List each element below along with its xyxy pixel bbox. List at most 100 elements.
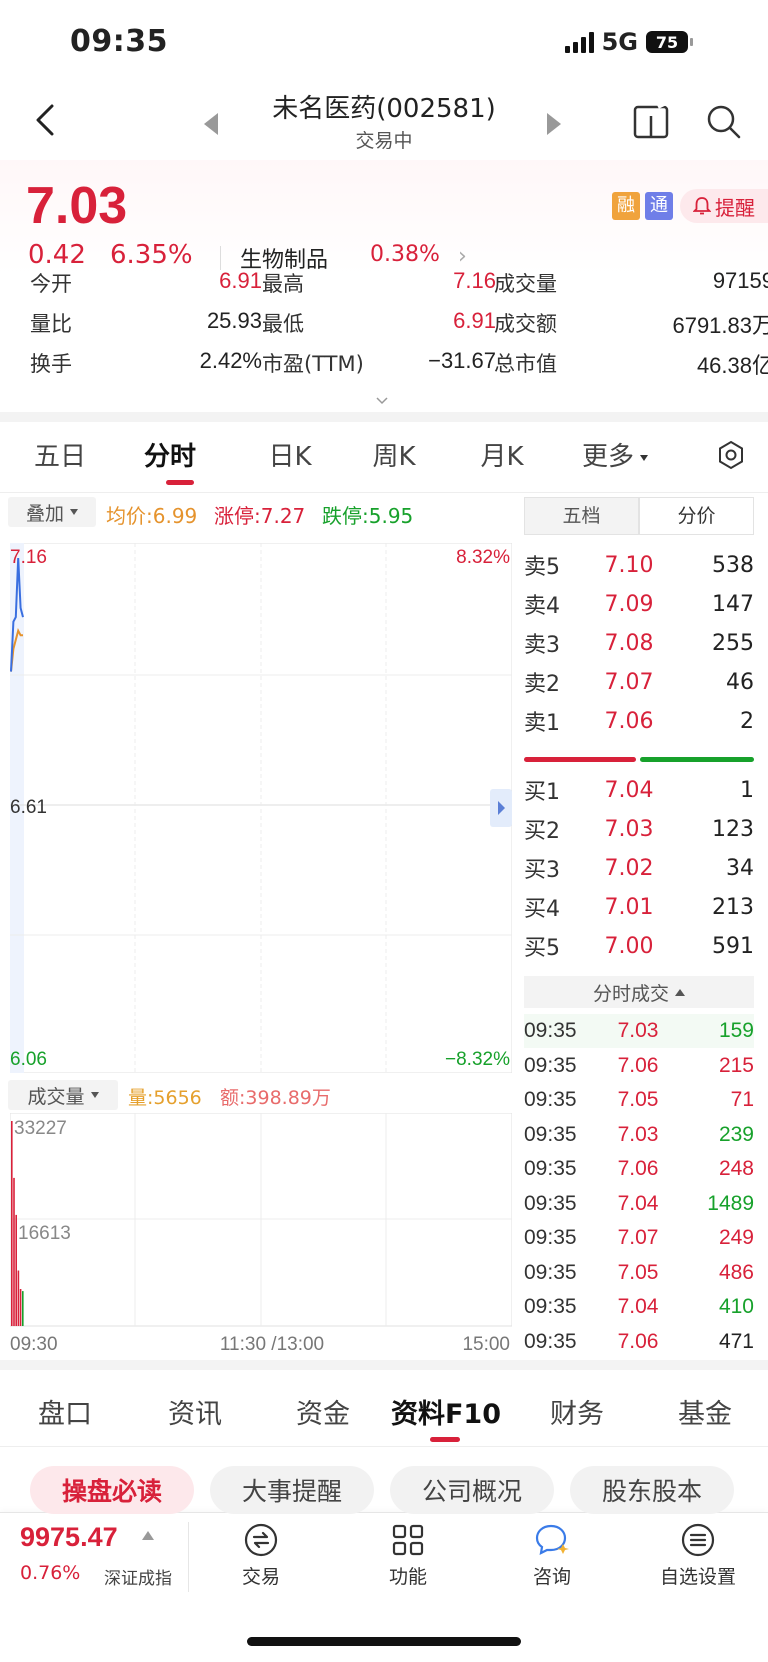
info-tab[interactable]: 基金 — [660, 1392, 750, 1431]
trade-row: 09:35 7.03 159 — [524, 1014, 754, 1048]
search-button[interactable] — [706, 104, 742, 144]
section-divider — [0, 412, 768, 422]
stat-label: 最低 — [262, 312, 304, 336]
trade-price: 7.03 — [617, 1122, 659, 1146]
toolbar-function-button[interactable]: 功能 — [353, 1522, 463, 1589]
toolbar-watchlist-settings-button[interactable]: 自选设置 — [643, 1522, 753, 1589]
tab-five-levels[interactable]: 五档 — [524, 497, 639, 535]
sub-tab-pill[interactable]: 操盘必读 — [30, 1466, 194, 1514]
orderbook-level[interactable]: 卖1 7.06 2 — [524, 702, 754, 740]
intraday-chart[interactable]: 7.16 6.61 6.06 8.32% −8.32% — [10, 543, 512, 1073]
level-price: 7.08 — [604, 630, 654, 656]
info-tab[interactable]: 资金 — [278, 1392, 368, 1431]
orderbook-level[interactable]: 卖3 7.08 255 — [524, 624, 754, 662]
level-price: 7.07 — [604, 669, 654, 695]
level-qty: 591 — [712, 933, 754, 959]
volume-chart[interactable]: 33227 16613 09:30 11:30 /13:00 15:00 — [10, 1113, 512, 1353]
home-indicator — [247, 1637, 521, 1646]
sub-tab-pill[interactable]: 股东股本 — [570, 1466, 734, 1514]
divider — [0, 1446, 768, 1447]
volume-bar — [19, 1289, 22, 1326]
level-label: 卖5 — [524, 555, 560, 580]
toolbar-trade-button[interactable]: 交易 — [206, 1522, 316, 1589]
stat-value: 97159 — [712, 268, 768, 293]
stat-label: 总市值 — [494, 352, 557, 376]
y-label-top: 7.16 — [10, 547, 47, 568]
volume-bar — [17, 1270, 20, 1326]
chart-tab[interactable]: 月K — [462, 436, 542, 473]
level-label: 卖4 — [524, 594, 560, 619]
orderbook-level[interactable]: 买5 7.00 591 — [524, 927, 754, 965]
stat-value: 6.91 — [453, 308, 496, 333]
index-name: 深证成指 — [104, 1569, 172, 1589]
level-price: 7.02 — [604, 855, 654, 881]
orderbook-level[interactable]: 卖2 7.07 46 — [524, 663, 754, 701]
sub-tab-pill[interactable]: 公司概况 — [390, 1466, 554, 1514]
info-tab[interactable]: 盘口 — [20, 1392, 110, 1431]
chart-tab[interactable]: 更多 — [560, 436, 670, 473]
chart-tab[interactable]: 周K — [354, 436, 434, 473]
sub-tab-pill[interactable]: 大事提醒 — [210, 1466, 374, 1514]
chart-tab[interactable]: 分时 — [130, 436, 210, 473]
caret-down-icon — [70, 509, 78, 515]
level-price: 7.10 — [604, 552, 654, 578]
level-price: 7.01 — [604, 894, 654, 920]
trade-volume: 410 — [718, 1295, 754, 1318]
overlay-dropdown[interactable]: 叠加 — [8, 497, 96, 527]
index-change-pct: 0.76% — [20, 1562, 81, 1584]
time-label-mid: 11:30 /13:00 — [220, 1334, 324, 1353]
toolbar-consult-button[interactable]: 咨询 — [497, 1522, 607, 1589]
chart-settings-button[interactable] — [716, 440, 746, 474]
tab-price-distribution[interactable]: 分价 — [639, 497, 754, 535]
stat-label: 最高 — [262, 272, 304, 296]
info-tab[interactable]: 财务 — [532, 1392, 622, 1431]
next-stock-button[interactable] — [547, 113, 561, 135]
chart-tab[interactable]: 日K — [250, 436, 330, 473]
trade-icon — [244, 1523, 278, 1557]
trade-volume: 71 — [730, 1088, 754, 1111]
level-label: 买5 — [524, 936, 560, 961]
margin-tag: 融 — [612, 192, 640, 220]
chart-tab[interactable]: 五日 — [20, 436, 100, 473]
orderbook-level[interactable]: 买1 7.04 1 — [524, 771, 754, 809]
orderbook-level[interactable]: 卖4 7.09 147 — [524, 585, 754, 623]
status-indicators: 5G 75 — [564, 28, 693, 56]
chevron-right-icon[interactable]: › — [458, 244, 467, 269]
stat-label: 换手 — [30, 352, 72, 376]
stat-label: 今开 — [30, 272, 72, 296]
trade-volume: 471 — [718, 1329, 754, 1353]
stat-value: 46.38亿 — [696, 353, 768, 378]
level-label: 买3 — [524, 858, 560, 883]
trade-row: 09:35 7.03 239 — [524, 1118, 754, 1152]
volume-bar — [13, 1177, 15, 1326]
info-tab[interactable]: 资讯 — [150, 1392, 240, 1431]
chart-tab-label: 日K — [268, 442, 312, 472]
volume-label: 成交量 — [27, 1085, 85, 1108]
orderbook-level[interactable]: 买4 7.01 213 — [524, 888, 754, 926]
level-qty: 538 — [712, 552, 754, 578]
chart-tab-label: 更多 — [581, 442, 634, 472]
chart-tab-label: 周K — [372, 442, 416, 472]
info-tab[interactable]: 资料F10 — [388, 1392, 504, 1431]
stat-value: 25.93 — [206, 308, 262, 333]
trade-volume: 215 — [718, 1053, 754, 1077]
volume-bar — [22, 1291, 24, 1326]
expand-chevron-icon[interactable] — [376, 396, 388, 406]
level-label: 卖3 — [524, 633, 560, 658]
divider — [0, 492, 768, 493]
level-price: 7.06 — [604, 708, 654, 734]
volume-indicator-dropdown[interactable]: 成交量 — [8, 1080, 118, 1110]
orderbook-level[interactable]: 买2 7.03 123 — [524, 810, 754, 848]
index-value[interactable]: 9975.47 — [20, 1522, 118, 1553]
signal-icon — [564, 31, 594, 53]
trades-header[interactable]: 分时成交 — [524, 976, 754, 1008]
remind-button[interactable]: 提醒 — [680, 189, 768, 223]
trade-price: 7.03 — [617, 1019, 659, 1042]
switch-view-button[interactable] — [632, 100, 672, 144]
buy-ratio-bar — [640, 757, 754, 762]
orderbook-level[interactable]: 卖5 7.10 538 — [524, 546, 754, 584]
orderbook-level[interactable]: 买3 7.02 34 — [524, 849, 754, 887]
stat-value: 7.16 — [453, 268, 496, 293]
time-label-start: 09:30 — [10, 1334, 58, 1353]
trade-time: 09:35 — [524, 1226, 577, 1249]
